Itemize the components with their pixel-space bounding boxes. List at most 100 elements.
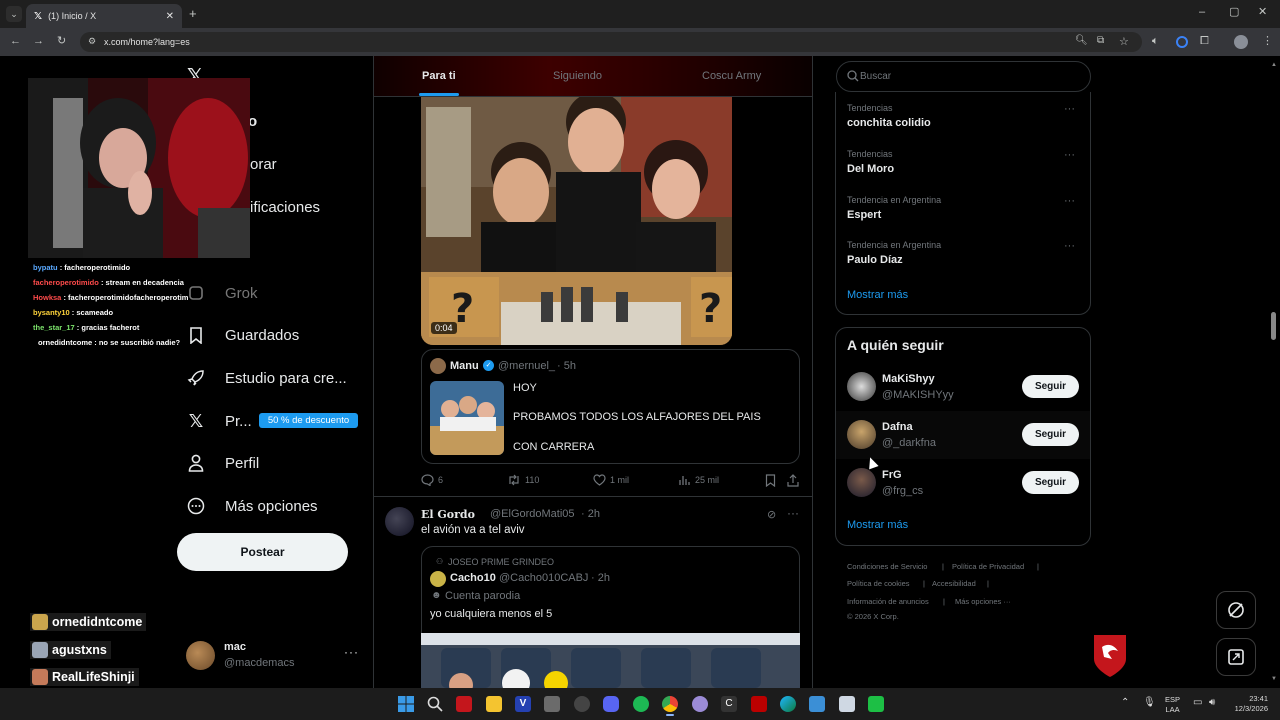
trend-more-icon[interactable]: ···: [1064, 103, 1075, 115]
footer-terms[interactable]: Condiciones de Servicio: [847, 562, 927, 571]
account-menu-icon[interactable]: ···: [344, 645, 359, 659]
back-icon[interactable]: ←: [10, 36, 21, 47]
taskbar-app-badge-icon[interactable]: [751, 696, 767, 712]
media-icon[interactable]: 🔈︎: [1152, 36, 1159, 47]
trend-more-icon[interactable]: ···: [1064, 195, 1075, 207]
taskbar-app-c-icon[interactable]: C: [721, 696, 737, 712]
post-button[interactable]: Postear: [177, 533, 348, 571]
zoom-icon[interactable]: 🔍︎: [1075, 35, 1088, 46]
taskbar-app-photos-icon[interactable]: [809, 696, 825, 712]
bookmark-star-icon[interactable]: ☆: [1119, 35, 1129, 48]
tab-following[interactable]: Siguiendo: [553, 70, 602, 82]
follow-suggestion-3-avatar[interactable]: [847, 468, 876, 497]
follow-suggestion-3-name[interactable]: FrG: [882, 469, 902, 481]
taskbar-app-green-icon[interactable]: [868, 696, 884, 712]
tray-clock[interactable]: 23:41 12/3/2026: [1226, 694, 1268, 714]
views-button[interactable]: 25 mil: [679, 474, 719, 486]
follow-suggestion-1-name[interactable]: MaKiShyy: [882, 373, 935, 385]
taskbar-app-gray-icon[interactable]: [544, 696, 560, 712]
trends-show-more[interactable]: Mostrar más: [847, 289, 908, 301]
edge-icon[interactable]: [780, 696, 796, 712]
nav-grok[interactable]: Grok: [187, 284, 258, 302]
post2-avatar[interactable]: [385, 507, 414, 536]
taskbar-app-swirl-icon[interactable]: [692, 696, 708, 712]
nav-more-options[interactable]: Más opciones: [187, 497, 318, 515]
scroll-up-arrow[interactable]: ▲: [1271, 62, 1277, 68]
trend-item-4[interactable]: Tendencia en Argentina Paulo Díaz ···: [847, 240, 1077, 266]
share-icon[interactable]: [787, 474, 799, 487]
grok-post-icon[interactable]: ⊘: [767, 508, 776, 521]
follow-suggestion-2-name[interactable]: Dafna: [882, 421, 913, 433]
trend-item-3[interactable]: Tendencia en Argentina Espert ···: [847, 195, 1077, 221]
tab-for-you[interactable]: Para ti: [422, 70, 456, 82]
forward-icon[interactable]: →: [33, 36, 44, 47]
follow-suggestion-1-avatar[interactable]: [847, 372, 876, 401]
trend-item-2[interactable]: Tendencias Del Moro ···: [847, 149, 1077, 175]
account-avatar[interactable]: [186, 641, 215, 670]
file-explorer-icon[interactable]: [486, 696, 502, 712]
profile-avatar-icon[interactable]: [1234, 35, 1248, 49]
follow-button-1[interactable]: Seguir: [1022, 375, 1079, 398]
spotify-icon[interactable]: [633, 696, 649, 712]
tray-mic-icon[interactable]: 🎙︎: [1143, 697, 1156, 708]
trend-more-icon[interactable]: ···: [1064, 149, 1075, 161]
quoted-post2-image[interactable]: [421, 633, 800, 688]
nav-creator-studio[interactable]: Estudio para cre...: [187, 369, 347, 387]
reply-button[interactable]: 6: [421, 474, 443, 486]
footer-more[interactable]: Más opciones ···: [955, 597, 1011, 606]
bookmark-post-icon[interactable]: [765, 474, 776, 487]
follow-suggestion-2-avatar[interactable]: [847, 420, 876, 449]
nav-bookmarks[interactable]: Guardados: [187, 326, 299, 344]
tab-coscu-army[interactable]: Coscu Army: [702, 70, 761, 82]
tab-search-button[interactable]: ⌄: [6, 6, 22, 22]
reload-icon[interactable]: ↻: [57, 36, 66, 47]
maximize-icon[interactable]: ▢: [1229, 7, 1239, 18]
nav-notifications-tail[interactable]: ificaciones: [250, 199, 320, 216]
taskbar-search-icon[interactable]: [427, 696, 443, 712]
tray-network-icon[interactable]: ▭: [1193, 697, 1202, 708]
page-scrollbar[interactable]: [1271, 312, 1276, 340]
close-tab-icon[interactable]: ✕: [166, 11, 174, 22]
install-icon[interactable]: ⧉: [1097, 35, 1104, 46]
window-close-icon[interactable]: ✕: [1258, 7, 1267, 18]
taskbar-app-window-icon[interactable]: [839, 696, 855, 712]
chrome-icon[interactable]: [662, 696, 678, 712]
tray-language[interactable]: ESP LAA: [1165, 695, 1180, 715]
nav-profile[interactable]: Perfil: [187, 454, 259, 472]
follow-show-more[interactable]: Mostrar más: [847, 519, 908, 531]
footer-privacy[interactable]: Política de Privacidad: [952, 562, 1024, 571]
start-windows-icon[interactable]: [398, 696, 414, 712]
trend-item-1[interactable]: Tendencias conchita colidio ···: [847, 103, 1077, 129]
minimize-icon[interactable]: –: [1199, 7, 1205, 18]
messages-floating-button[interactable]: [1216, 638, 1256, 676]
scroll-down-arrow[interactable]: ▼: [1271, 676, 1277, 682]
like-button[interactable]: 1 mil: [593, 474, 629, 486]
address-bar[interactable]: ⚙ x.com/home?lang=es 🔍︎ ⧉ ☆: [80, 32, 1142, 52]
taskbar-app-red-icon[interactable]: [456, 696, 472, 712]
nav-explore-tail[interactable]: orar: [250, 156, 277, 173]
tray-volume-icon[interactable]: 🔊︎: [1209, 697, 1215, 708]
nav-premium[interactable]: 𝕏 Pr...: [187, 411, 252, 431]
extensions-icon[interactable]: ⧠: [1200, 36, 1209, 47]
grok-floating-button[interactable]: [1216, 591, 1256, 629]
site-info-icon[interactable]: ⚙: [88, 36, 96, 47]
post2-name[interactable]: El Gordo: [421, 508, 475, 521]
repost-button[interactable]: 110: [507, 474, 539, 486]
discord-icon[interactable]: [603, 696, 619, 712]
search-box[interactable]: Buscar: [836, 61, 1091, 92]
footer-accessibility[interactable]: Accesibilidad: [932, 579, 976, 588]
browser-menu-icon[interactable]: ⋮: [1262, 36, 1273, 47]
taskbar-app-circle-icon[interactable]: [574, 696, 590, 712]
new-tab-button[interactable]: +: [189, 7, 197, 20]
post-video[interactable]: ? ? 0:04: [421, 97, 732, 345]
taskbar-app-v-icon[interactable]: V: [515, 696, 531, 712]
tray-overflow-icon[interactable]: ⌃: [1121, 697, 1129, 708]
footer-cookies[interactable]: Política de cookies: [847, 579, 910, 588]
follow-button-3[interactable]: Seguir: [1022, 471, 1079, 494]
browser-tab[interactable]: 𝕏 (1) Inicio / X ✕: [26, 4, 182, 28]
footer-ads-info[interactable]: Información de anuncios: [847, 597, 929, 606]
extension-active-icon[interactable]: [1176, 36, 1188, 48]
post-more-icon[interactable]: ···: [787, 506, 799, 520]
trend-more-icon[interactable]: ···: [1064, 240, 1075, 252]
follow-button-2[interactable]: Seguir: [1022, 423, 1079, 446]
